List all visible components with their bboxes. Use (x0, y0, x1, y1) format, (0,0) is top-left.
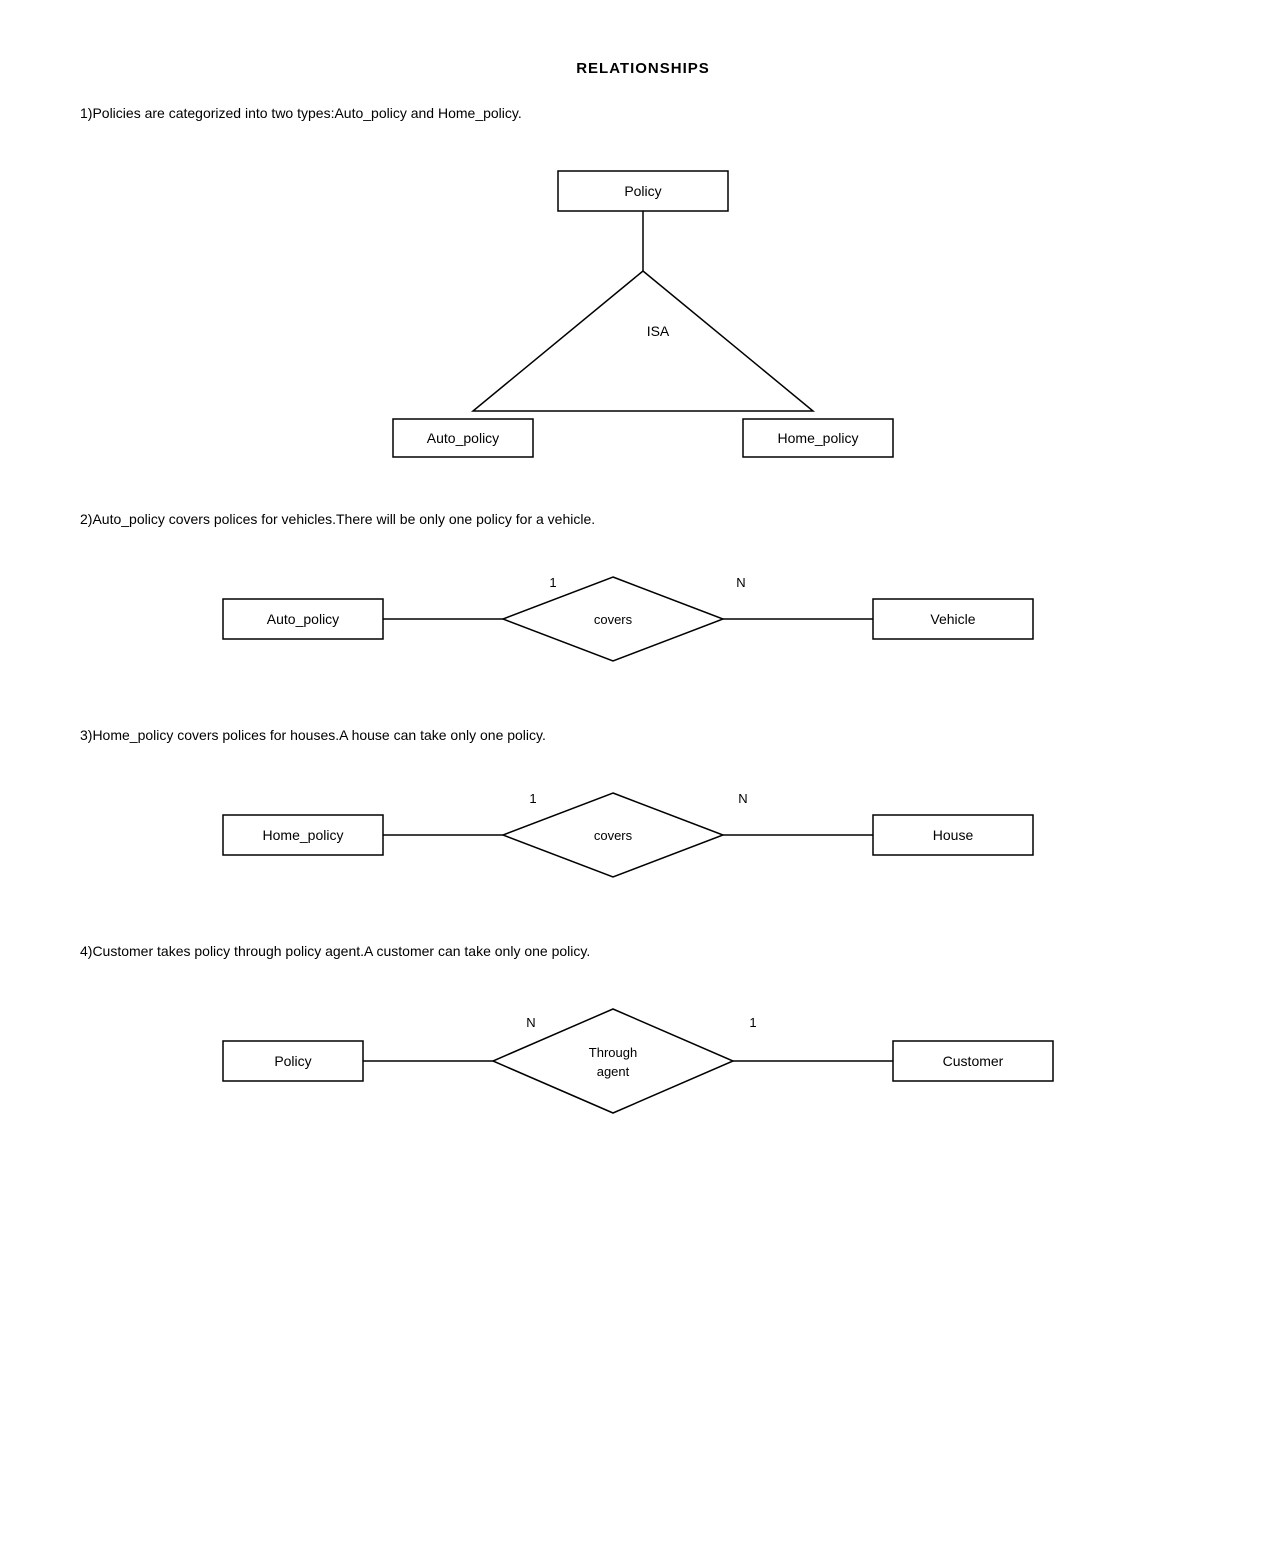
section-2: 2)Auto_policy covers polices for vehicle… (80, 511, 1206, 687)
section-3: 3)Home_policy covers polices for houses.… (80, 727, 1206, 903)
description-1: 1)Policies are categorized into two type… (80, 105, 1206, 121)
svg-text:1: 1 (549, 575, 556, 590)
svg-text:Home_policy: Home_policy (263, 827, 344, 843)
svg-text:Auto_policy: Auto_policy (267, 611, 339, 627)
svg-text:Policy: Policy (274, 1053, 311, 1069)
isa-diagram: Policy ISA Auto_policy Home_policy (80, 151, 1206, 471)
svg-text:agent: agent (597, 1064, 630, 1079)
svg-text:1: 1 (749, 1015, 756, 1030)
er4-diagram: Policy N Through agent 1 Customer (80, 989, 1206, 1139)
svg-text:N: N (526, 1015, 535, 1030)
svg-text:N: N (738, 791, 747, 806)
svg-text:Through: Through (589, 1045, 637, 1060)
svg-text:N: N (736, 575, 745, 590)
svg-text:covers: covers (594, 612, 633, 627)
description-3: 3)Home_policy covers polices for houses.… (80, 727, 1206, 743)
svg-text:ISA: ISA (647, 323, 670, 339)
section-4: 4)Customer takes policy through policy a… (80, 943, 1206, 1139)
svg-text:Policy: Policy (624, 183, 661, 199)
svg-text:Home_policy: Home_policy (778, 430, 859, 446)
er2-diagram: Auto_policy 1 covers N Vehicle (80, 557, 1206, 687)
description-2: 2)Auto_policy covers polices for vehicle… (80, 511, 1206, 527)
svg-text:Vehicle: Vehicle (930, 611, 975, 627)
svg-text:1: 1 (529, 791, 536, 806)
svg-text:Auto_policy: Auto_policy (427, 430, 499, 446)
svg-text:Customer: Customer (943, 1053, 1004, 1069)
page-title: RELATIONSHIPS (80, 60, 1206, 77)
description-4: 4)Customer takes policy through policy a… (80, 943, 1206, 959)
er3-diagram: Home_policy 1 covers N House (80, 773, 1206, 903)
svg-text:House: House (933, 827, 974, 843)
section-1: 1)Policies are categorized into two type… (80, 105, 1206, 471)
svg-text:covers: covers (594, 828, 633, 843)
